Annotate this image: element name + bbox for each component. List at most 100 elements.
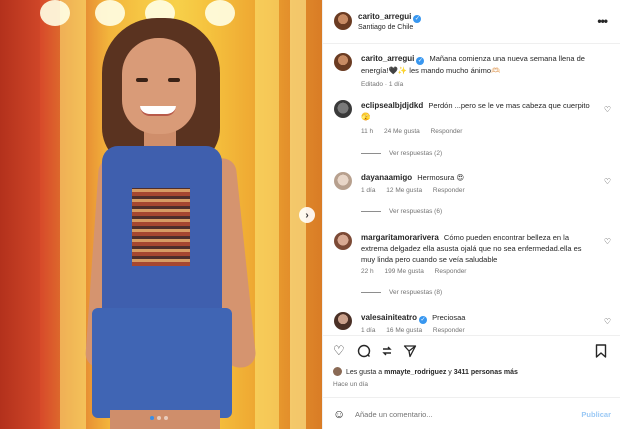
reply-button[interactable]: Responder — [433, 327, 465, 334]
subject-face — [122, 38, 196, 134]
carousel-dot — [157, 416, 161, 420]
photo-light-bulb — [40, 0, 70, 26]
bookmark-icon[interactable] — [595, 344, 607, 360]
likes-count[interactable]: 3411 personas más — [454, 369, 518, 376]
photo-light-panel — [60, 0, 86, 429]
comment-body: margaritamorarivera Cómo pueden encontra… — [361, 232, 597, 265]
heart-icon[interactable]: ♡ — [604, 317, 611, 326]
commenter-avatar[interactable] — [334, 312, 352, 330]
view-replies-label[interactable]: Ver respuestas (2) — [389, 150, 442, 157]
subject-smile — [140, 106, 176, 116]
comment-text: Hermosura 😍 — [417, 173, 465, 182]
comment-likes[interactable]: 24 Me gusta — [384, 128, 420, 135]
carousel-dots — [150, 416, 168, 420]
view-replies-label[interactable]: Ver respuestas (8) — [389, 289, 442, 296]
post-photo[interactable]: › — [0, 0, 322, 429]
instagram-post-modal: › carito_arregui ✓ Santiago de Chile ••• … — [0, 0, 620, 429]
photo-subject — [84, 18, 257, 429]
post-actions-bar: ♡ — [323, 335, 620, 365]
comment-time[interactable]: 22 h — [361, 268, 374, 275]
comment-meta: 1 día 16 Me gusta Responder — [361, 327, 474, 334]
comment-author-text[interactable]: valesainiteatro — [361, 313, 417, 322]
reply-button[interactable]: Responder — [431, 128, 463, 135]
comment-body: valesainiteatro ✓ Preciosaa — [361, 312, 597, 324]
comment-icon[interactable] — [357, 344, 371, 360]
comments-list[interactable]: carito_arregui ✓ Mañana comienza una nuev… — [323, 45, 620, 335]
verified-badge-icon: ✓ — [419, 316, 428, 324]
divider-line — [361, 210, 381, 212]
comment-likes[interactable]: 16 Me gusta — [386, 327, 422, 334]
comment-composer: ☺ Publicar — [323, 397, 620, 429]
author-avatar[interactable] — [334, 12, 352, 30]
commenter-avatar[interactable] — [334, 172, 352, 190]
comment-author[interactable]: valesainiteatro ✓ — [361, 313, 428, 324]
verified-badge-icon: ✓ — [413, 15, 422, 23]
liker-avatar — [333, 367, 342, 376]
photo-light-panel — [255, 0, 279, 429]
comment-body: dayanaamigo Hermosura 😍 — [361, 172, 597, 183]
likes-mid: y — [446, 369, 454, 376]
view-replies-button[interactable]: Ver respuestas (2) — [361, 150, 442, 157]
view-replies-button[interactable]: Ver respuestas (8) — [361, 289, 442, 296]
comment-time[interactable]: 11 h — [361, 128, 373, 135]
comment-input[interactable] — [355, 406, 565, 422]
send-icon[interactable] — [403, 344, 417, 360]
carousel-dot — [164, 416, 168, 420]
publish-button[interactable]: Publicar — [581, 410, 611, 419]
commenter-avatar[interactable] — [334, 100, 352, 118]
heart-icon[interactable]: ♡ — [604, 237, 611, 246]
caption-author-text[interactable]: carito_arregui — [361, 54, 414, 63]
comment-meta: 1 día 12 Me gusta Responder — [361, 187, 474, 194]
likes-prefix: Les gusta a — [345, 369, 385, 376]
comment-time[interactable]: 1 día — [361, 327, 375, 334]
repost-icon[interactable] — [380, 344, 394, 360]
comment-body: eclipsealbjdjdkd Perdón ...pero se le ve… — [361, 100, 597, 122]
emoji-icon[interactable]: ☺ — [333, 407, 345, 421]
comment-author[interactable]: eclipsealbjdjdkd — [361, 101, 423, 110]
post-location[interactable]: Santiago de Chile — [358, 24, 413, 31]
author-username[interactable]: carito_arregui ✓ — [358, 12, 422, 23]
carousel-dot-active — [150, 416, 154, 420]
divider-line — [361, 152, 381, 154]
heart-icon[interactable]: ♡ — [604, 177, 611, 186]
comment-meta: 22 h 199 Me gusta Responder — [361, 268, 475, 275]
divider-line — [361, 291, 381, 293]
author-username-text[interactable]: carito_arregui — [358, 12, 411, 21]
caption-meta: Editado · 1 día — [361, 81, 404, 88]
author-avatar[interactable] — [334, 53, 352, 71]
next-slide-button[interactable]: › — [299, 207, 315, 223]
view-replies-label[interactable]: Ver respuestas (6) — [389, 208, 442, 215]
heart-icon[interactable]: ♡ — [333, 344, 345, 357]
likes-summary[interactable]: Les gusta a mmayte_rodriguez y 3411 pers… — [333, 367, 518, 376]
verified-badge-icon: ✓ — [416, 57, 425, 65]
subject-top — [132, 188, 190, 266]
post-time-ago[interactable]: Hace un día — [333, 381, 368, 388]
post-header: carito_arregui ✓ Santiago de Chile ••• — [323, 0, 620, 44]
view-replies-button[interactable]: Ver respuestas (6) — [361, 208, 442, 215]
comment-likes[interactable]: 199 Me gusta — [384, 268, 423, 275]
comment-meta: 11 h 24 Me gusta Responder — [361, 128, 471, 135]
comment-text: Preciosaa — [432, 313, 466, 322]
subject-eye — [168, 78, 180, 82]
more-options-icon[interactable]: ••• — [597, 14, 608, 28]
comment-author[interactable]: dayanaamigo — [361, 173, 412, 182]
caption-author[interactable]: carito_arregui ✓ — [361, 54, 425, 65]
chevron-right-icon: › — [305, 209, 309, 221]
subject-shorts — [92, 308, 232, 418]
post-side-panel: carito_arregui ✓ Santiago de Chile ••• ca… — [322, 0, 620, 429]
heart-icon[interactable]: ♡ — [604, 105, 611, 114]
comment-icon-svg — [357, 344, 371, 358]
likes-user[interactable]: mmayte_rodriguez — [384, 369, 446, 376]
photo-background-door — [0, 0, 40, 429]
comment-likes[interactable]: 12 Me gusta — [386, 187, 422, 194]
repost-icon-svg — [382, 346, 392, 356]
bookmark-icon-svg — [595, 344, 607, 358]
subject-eye — [136, 78, 148, 82]
comment-time[interactable]: 1 día — [361, 187, 375, 194]
reply-button[interactable]: Responder — [433, 187, 465, 194]
reply-button[interactable]: Responder — [435, 268, 467, 275]
commenter-avatar[interactable] — [334, 232, 352, 250]
send-icon-svg — [403, 345, 417, 358]
caption-body: carito_arregui ✓ Mañana comienza una nuev… — [361, 53, 597, 76]
comment-author[interactable]: margaritamorarivera — [361, 233, 439, 242]
